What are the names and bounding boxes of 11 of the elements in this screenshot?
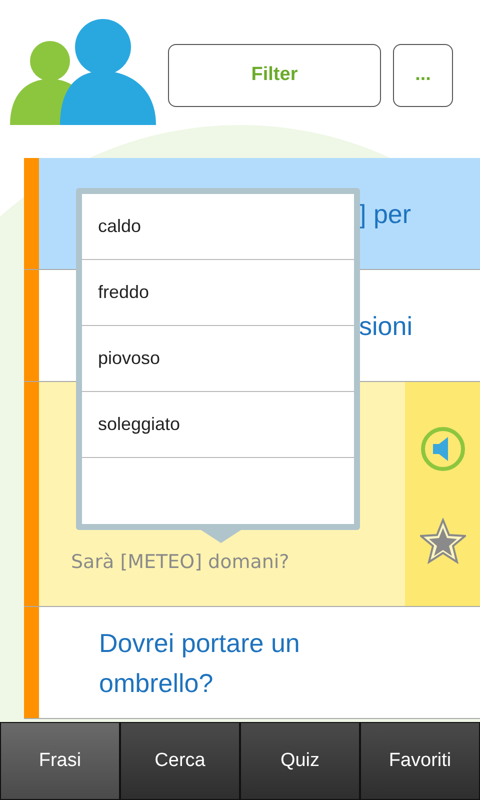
- speaker-icon[interactable]: [418, 424, 466, 472]
- tab[interactable]: Quiz: [240, 722, 360, 800]
- phrase-text: Dovrei portare un ombrello?: [99, 626, 301, 700]
- tab[interactable]: Frasi: [0, 722, 120, 800]
- star-icon[interactable]: [420, 518, 466, 564]
- phrase-text: sioni: [359, 310, 414, 342]
- phrase-text: ] per: [359, 198, 412, 230]
- translation-text: Sarà [METEO] domani?: [71, 550, 290, 574]
- phrase-row[interactable]: Dovrei portare un ombrello?: [24, 607, 480, 719]
- tab[interactable]: Cerca: [120, 722, 240, 800]
- tab[interactable]: Favoriti: [360, 722, 480, 800]
